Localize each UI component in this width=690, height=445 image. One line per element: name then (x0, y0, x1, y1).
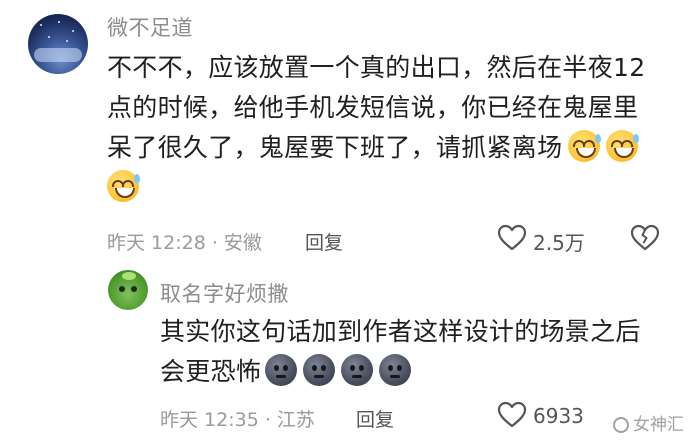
like-count: 6933 (533, 404, 584, 428)
reply-button[interactable]: 回复 (356, 405, 394, 432)
avatar[interactable] (108, 270, 148, 310)
reply-body: 其实你这句话加到作者这样设计的场景之后 会更恐怖 (160, 312, 670, 392)
comment-line: 不不不，应该放置一个真的出口，然后在半夜12 (107, 53, 646, 82)
reply-username[interactable]: 取名字好烦撒 (160, 278, 289, 308)
avatar[interactable] (28, 14, 88, 74)
comment-body: 不不不，应该放置一个真的出口，然后在半夜12 点的时候，给他手机发短信说，你已经… (107, 48, 667, 208)
dark-face-emoji (303, 354, 336, 386)
watermark-icon (613, 417, 629, 433)
dark-face-emoji (379, 354, 412, 386)
heart-icon[interactable] (497, 401, 527, 429)
comment-line: 点的时候，给他手机发短信说，你已经在鬼屋里 (107, 93, 639, 122)
reply-line: 其实你这句话加到作者这样设计的场景之后 (160, 317, 641, 346)
grinning-sweat-emoji (606, 130, 640, 162)
reply-button[interactable]: 回复 (305, 228, 343, 255)
comment-line: 呆了很久了，鬼屋要下班了，请抓紧离场 (107, 128, 667, 168)
comment-time: 昨天 12:28 · 安徽 (107, 232, 262, 254)
dark-face-emoji (265, 354, 298, 386)
heart-icon[interactable] (497, 224, 527, 252)
username[interactable]: 微不足道 (107, 12, 193, 42)
comment-line (107, 168, 667, 208)
reply-time: 昨天 12:35 · 江苏 (160, 409, 315, 431)
watermark: 女神汇 (613, 410, 684, 435)
grinning-sweat-emoji (107, 170, 140, 202)
like-count: 2.5万 (533, 231, 585, 255)
grinning-sweat-emoji (568, 130, 602, 162)
reply-line: 会更恐怖 (160, 352, 670, 392)
broken-heart-icon[interactable] (630, 224, 660, 252)
dark-face-emoji (341, 354, 374, 386)
comment-thread: 微不足道 不不不，应该放置一个真的出口，然后在半夜12 点的时候，给他手机发短信… (0, 0, 690, 445)
